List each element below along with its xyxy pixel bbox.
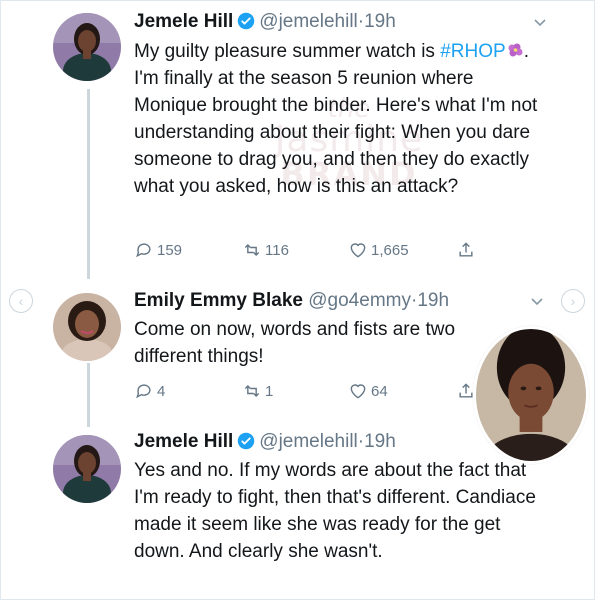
- tweet-header: Emily Emmy Blake @go4emmy·19h: [134, 288, 449, 314]
- like-button[interactable]: 1,665: [348, 239, 409, 261]
- reply-button[interactable]: 4: [134, 380, 165, 402]
- tweet-header: Jemele Hill @jemelehill·19h: [134, 429, 396, 455]
- timestamp[interactable]: 19h: [417, 290, 449, 311]
- heart-icon: [350, 243, 366, 258]
- display-name[interactable]: Jemele Hill: [134, 11, 233, 32]
- avatar[interactable]: [53, 13, 121, 81]
- tweet-actions: 159 116 1,665: [134, 239, 494, 261]
- verified-badge-icon: [237, 432, 255, 450]
- chevron-down-icon[interactable]: [532, 14, 548, 30]
- retweet-icon: [244, 243, 260, 257]
- like-count: 1,665: [371, 241, 409, 259]
- hashtag-link[interactable]: #RHOP: [440, 41, 505, 62]
- reply-icon: [136, 243, 151, 258]
- like-count: 64: [371, 382, 388, 400]
- tweet-text: My guilty pleasure summer watch is #RHOP…: [134, 38, 546, 200]
- retweet-button[interactable]: 1: [242, 380, 273, 402]
- avatar[interactable]: [53, 435, 121, 503]
- retweet-count: 1: [265, 382, 274, 400]
- user-handle[interactable]: @jemelehill: [259, 431, 358, 452]
- tweet-text-part: Come on now, words and fists are two dif…: [134, 319, 456, 367]
- verified-badge-icon: [237, 12, 255, 30]
- reply-button[interactable]: 159: [134, 239, 182, 261]
- avatar[interactable]: [53, 293, 121, 361]
- timestamp[interactable]: 19h: [364, 11, 396, 32]
- heart-icon: [350, 384, 366, 399]
- reply-icon: [136, 384, 151, 399]
- tweet-text: Yes and no. If my words are about the fa…: [134, 457, 546, 565]
- display-name[interactable]: Jemele Hill: [134, 431, 233, 452]
- like-button[interactable]: 64: [348, 380, 388, 402]
- inset-photo: [473, 326, 589, 464]
- user-handle[interactable]: @go4emmy: [308, 290, 411, 311]
- timestamp[interactable]: 19h: [364, 431, 396, 452]
- tweet-text-part: My guilty pleasure summer watch is: [134, 41, 441, 62]
- tweet-text: Come on now, words and fists are two dif…: [134, 316, 504, 370]
- reply-count: 159: [157, 241, 183, 259]
- chevron-down-icon[interactable]: [529, 293, 545, 309]
- retweet-icon: [244, 384, 260, 398]
- tweet-text-part: Yes and no. If my words are about the fa…: [134, 460, 536, 562]
- flower-emoji-icon: [506, 40, 524, 57]
- retweet-button[interactable]: 116: [242, 239, 289, 261]
- user-handle[interactable]: @jemelehill: [259, 11, 358, 32]
- share-icon: [459, 242, 473, 257]
- tweet-thread: the Jasmine BRAND Jemele Hill @jemelehill…: [0, 0, 595, 600]
- tweet-header: Jemele Hill @jemelehill·19h: [134, 9, 396, 35]
- retweet-count: 116: [265, 241, 289, 259]
- share-button[interactable]: [456, 239, 479, 261]
- tweet-text-part: . I'm finally at the season 5 reunion wh…: [134, 41, 538, 197]
- reply-count: 4: [157, 382, 166, 400]
- tweet-actions: 4 1 64: [134, 380, 494, 402]
- tweet[interactable]: Jemele Hill @jemelehill·19h My guilty ple…: [1, 1, 594, 279]
- display-name[interactable]: Emily Emmy Blake: [134, 290, 303, 311]
